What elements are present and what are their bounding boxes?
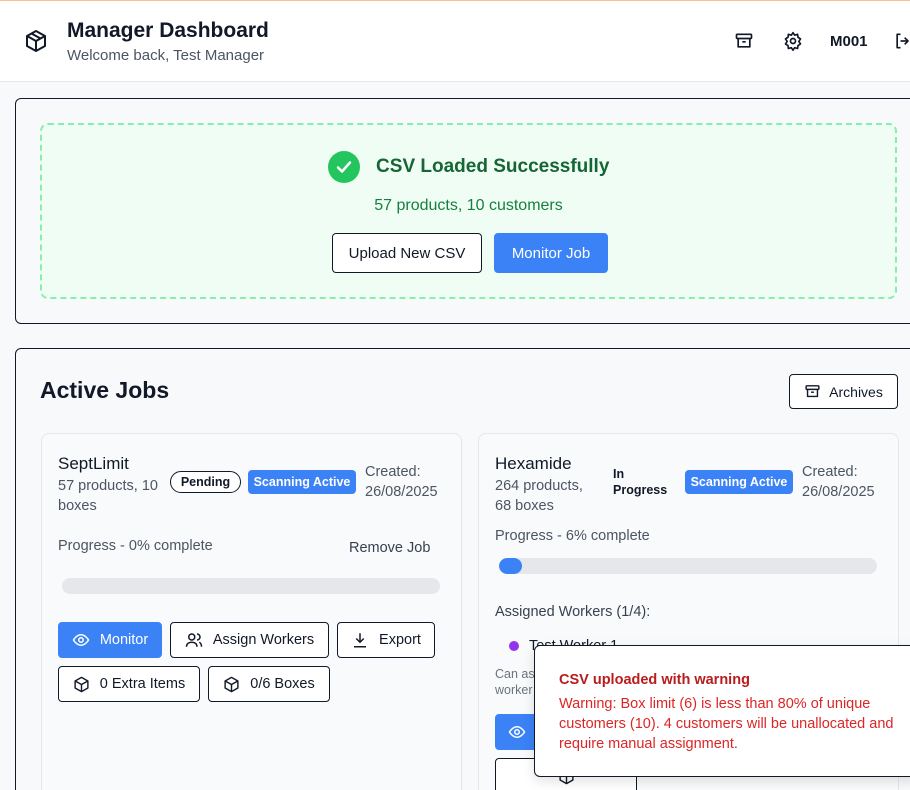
csv-dropzone: CSV Loaded Successfully 57 products, 10 … xyxy=(40,123,897,299)
box-icon xyxy=(224,676,239,692)
created-label: Created: xyxy=(365,464,421,480)
created-date: Created: 26/08/2025 xyxy=(365,462,438,502)
box-icon xyxy=(74,676,89,692)
gear-icon[interactable] xyxy=(783,31,803,51)
csv-status-title: CSV Loaded Successfully xyxy=(376,156,610,177)
scanning-badge: Scanning Active xyxy=(685,470,793,494)
job-meta: 57 products, 10 boxes xyxy=(58,476,158,516)
progress-bar xyxy=(499,558,877,574)
status-badge-line: In xyxy=(613,467,625,481)
progress-bar xyxy=(62,578,440,594)
status-badge-line: Progress xyxy=(613,483,668,497)
upload-new-csv-button[interactable]: Upload New CSV xyxy=(332,233,482,273)
status-badge: In Progress xyxy=(613,466,667,498)
toast-title: CSV uploaded with warning xyxy=(559,672,750,688)
status-badge: Pending xyxy=(170,471,241,493)
boxes-label: 0/6 Boxes xyxy=(250,676,315,692)
created-value: 26/08/2025 xyxy=(802,484,875,500)
monitor-label: Monitor xyxy=(99,632,149,648)
check-circle-icon xyxy=(327,151,360,183)
created-date: Created: 26/08/2025 xyxy=(802,462,875,502)
remove-job-button[interactable]: Remove Job xyxy=(349,540,430,556)
csv-status: CSV Loaded Successfully xyxy=(42,151,895,183)
app-header: Manager Dashboard Welcome back, Test Man… xyxy=(0,1,910,82)
user-id-label[interactable]: M001 xyxy=(830,33,868,50)
job-name: Hexamide xyxy=(495,454,572,473)
scanning-badge: Scanning Active xyxy=(248,470,356,494)
job-card-septlimit: SeptLimit 57 products, 10 boxes Pending … xyxy=(41,433,462,790)
assign-workers-button[interactable]: Assign Workers xyxy=(170,622,329,658)
progress-bar-fill xyxy=(499,558,522,574)
export-button[interactable]: Export xyxy=(337,622,435,658)
job-meta: 264 products, 68 boxes xyxy=(495,476,583,516)
assigned-workers-title: Assigned Workers (1/4): xyxy=(495,604,651,620)
eye-icon xyxy=(508,725,526,739)
job-meta-line: 264 products, xyxy=(495,478,583,494)
warning-toast[interactable]: CSV uploaded with warning Warning: Box l… xyxy=(534,645,910,777)
worker-status-dot xyxy=(509,641,519,652)
csv-card: CSV Loaded Successfully 57 products, 10 … xyxy=(15,98,910,324)
assign-workers-label: Assign Workers xyxy=(212,632,315,648)
created-value: 26/08/2025 xyxy=(365,484,438,500)
archives-button[interactable]: Archives xyxy=(789,374,898,409)
extra-items-label: 0 Extra Items xyxy=(99,676,186,692)
welcome-text: Welcome back, Test Manager xyxy=(67,47,265,64)
monitor-button[interactable]: Monitor xyxy=(58,622,162,658)
eye-icon xyxy=(72,633,90,647)
users-icon xyxy=(185,633,203,647)
toast-message: Warning: Box limit (6) is less than 80% … xyxy=(559,696,894,752)
created-label: Created: xyxy=(802,464,858,480)
page-title: Manager Dashboard xyxy=(67,19,269,42)
job-meta-line: boxes xyxy=(58,498,97,514)
boxes-button[interactable]: 0/6 Boxes xyxy=(208,666,330,702)
progress-label: Progress - 0% complete xyxy=(58,538,213,554)
package-icon xyxy=(26,30,46,52)
job-meta-line: 68 boxes xyxy=(495,498,554,514)
csv-summary: 57 products, 10 customers xyxy=(374,197,563,214)
archive-icon xyxy=(805,385,820,398)
extra-items-button[interactable]: 0 Extra Items xyxy=(58,666,200,702)
active-jobs-title: Active Jobs xyxy=(40,377,170,403)
download-icon xyxy=(354,633,367,648)
monitor-job-button[interactable]: Monitor Job xyxy=(494,233,608,273)
progress-label: Progress - 6% complete xyxy=(495,528,650,544)
export-label: Export xyxy=(379,632,421,648)
monitor-button[interactable] xyxy=(495,714,539,750)
archive-icon[interactable] xyxy=(734,31,754,51)
job-name: SeptLimit xyxy=(58,454,129,473)
logout-icon[interactable] xyxy=(893,31,910,51)
archives-label: Archives xyxy=(829,383,883,400)
job-meta-line: 57 products, 10 xyxy=(58,478,158,494)
